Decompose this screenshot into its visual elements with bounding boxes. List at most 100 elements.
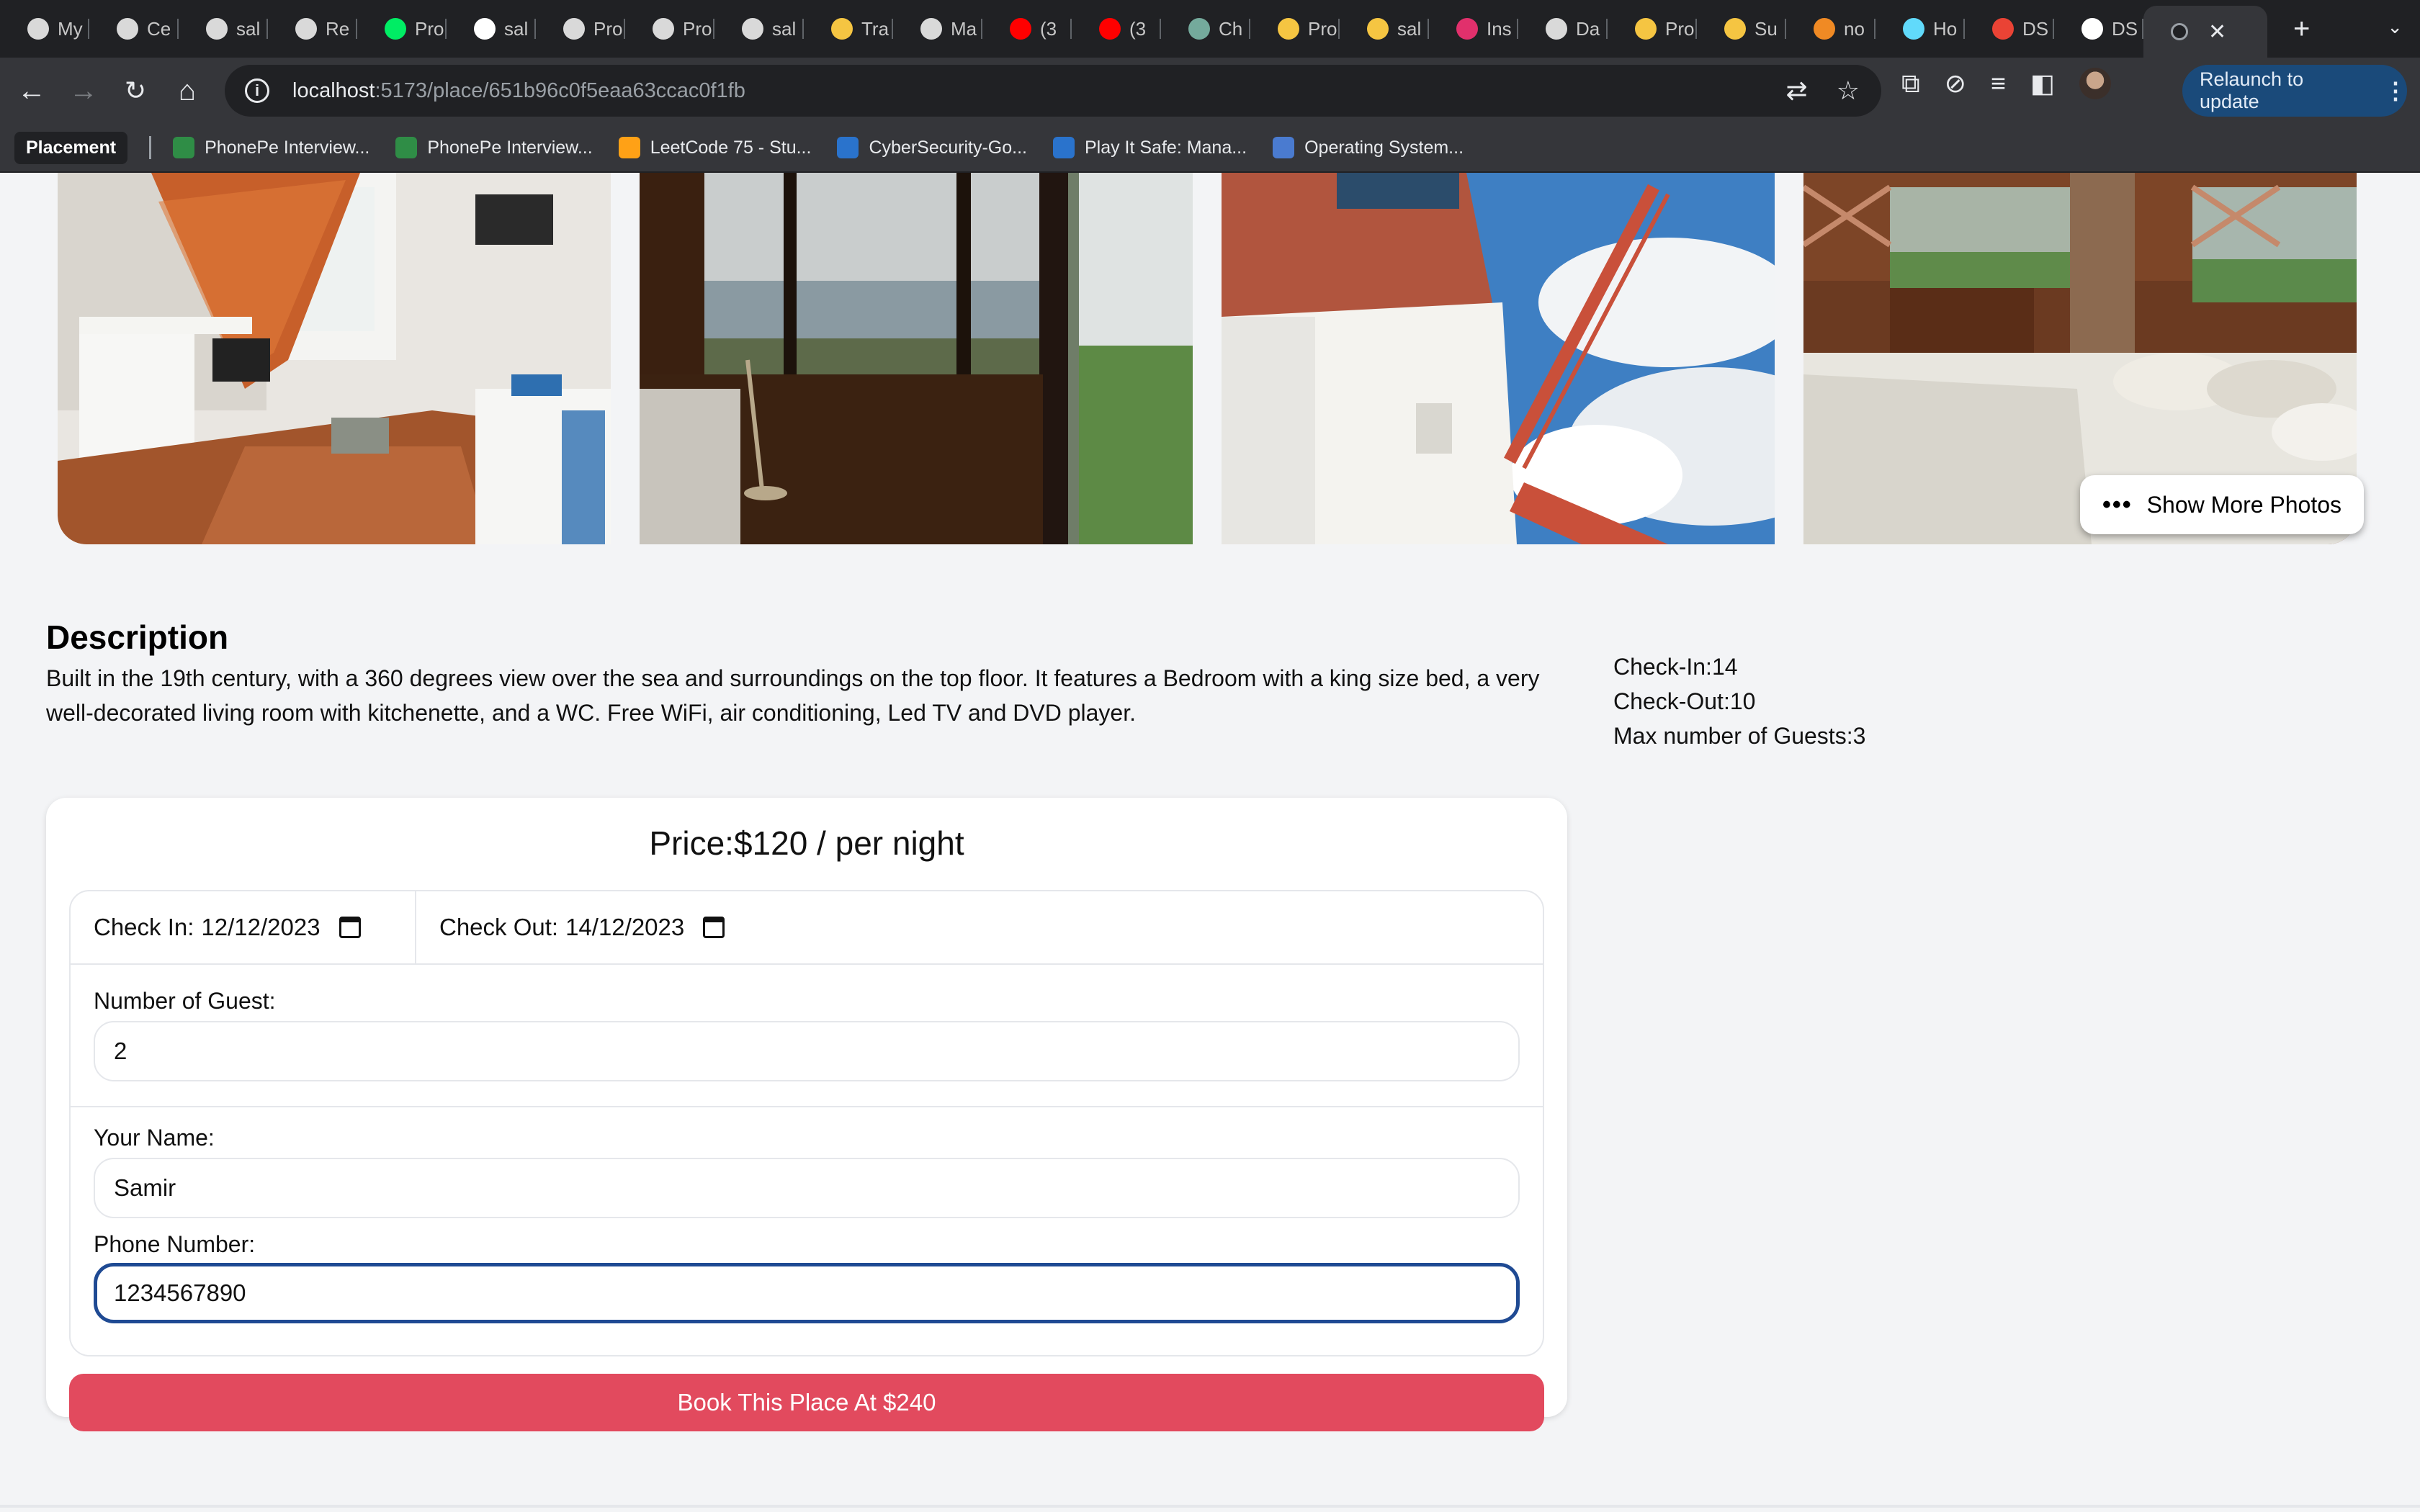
instagram-icon bbox=[1456, 18, 1478, 40]
openai-icon bbox=[27, 18, 49, 40]
browser-tab[interactable]: Ins bbox=[1429, 0, 1518, 58]
place-facts: Check-In:14 Check-Out:10 Max number of G… bbox=[1613, 649, 1865, 753]
browser-tab[interactable]: (3 bbox=[982, 0, 1072, 58]
browser-tab[interactable]: Pro bbox=[1608, 0, 1697, 58]
extensions-icon[interactable]: ⧉ bbox=[1901, 68, 1920, 99]
page-content: ••• Show More Photos Description Built i… bbox=[0, 173, 2420, 1512]
tab-label: Ma bbox=[951, 17, 977, 40]
browser-tab[interactable]: Ma bbox=[893, 0, 982, 58]
browser-tab[interactable]: sal bbox=[447, 0, 536, 58]
back-button[interactable]: ← bbox=[6, 65, 58, 117]
bookmark-star-icon[interactable]: ☆ bbox=[1837, 76, 1860, 106]
photo-windmill[interactable] bbox=[1222, 173, 1775, 544]
max-guests: Max number of Guests:3 bbox=[1613, 723, 1866, 749]
site-info-icon[interactable]: i bbox=[245, 78, 269, 103]
check-in-field[interactable]: Check In: 12/12/2023 bbox=[71, 891, 416, 963]
bookmark-item[interactable]: Operating System... bbox=[1273, 137, 1464, 158]
name-label: Your Name: bbox=[94, 1125, 215, 1151]
browser-tab[interactable]: DS bbox=[1965, 0, 2054, 58]
guests-input[interactable] bbox=[94, 1021, 1520, 1081]
reload-button[interactable]: ↻ bbox=[109, 65, 161, 117]
calendar-icon[interactable] bbox=[703, 917, 725, 938]
browser-tab[interactable]: Tra bbox=[804, 0, 893, 58]
check-out-field[interactable]: Check Out: 14/12/2023 bbox=[416, 891, 725, 963]
browser-tab[interactable]: Pro bbox=[536, 0, 625, 58]
browser-tab[interactable]: Su bbox=[1697, 0, 1786, 58]
tab-label: Su bbox=[1754, 17, 1778, 40]
browser-tab[interactable]: Ce bbox=[89, 0, 179, 58]
browser-tab[interactable]: Ho bbox=[1876, 0, 1965, 58]
browser-tab[interactable]: DS bbox=[2054, 0, 2143, 58]
loader-icon bbox=[653, 18, 674, 40]
chevron-down-icon[interactable]: ⌄ bbox=[2387, 16, 2403, 38]
browser-tab[interactable]: Pro bbox=[1250, 0, 1340, 58]
translate-icon[interactable]: ⇄ bbox=[1786, 76, 1808, 106]
tab-label: My bbox=[58, 17, 83, 40]
tab-label: Re bbox=[326, 17, 350, 40]
bookmark-item[interactable]: Play It Safe: Mana... bbox=[1052, 137, 1247, 158]
guests-section: Number of Guest: bbox=[71, 965, 1543, 1107]
side-panel-icon[interactable]: ◧ bbox=[2030, 68, 2055, 99]
github-icon bbox=[2081, 18, 2103, 40]
tab-label: DS bbox=[2022, 17, 2049, 40]
contact-section: Your Name: Phone Number: bbox=[71, 1107, 1543, 1356]
browser-tab[interactable]: sal bbox=[714, 0, 804, 58]
browser-tab[interactable]: no bbox=[1786, 0, 1876, 58]
close-tab-icon[interactable]: ✕ bbox=[2208, 19, 2226, 45]
performance-icon[interactable]: ⊘ bbox=[1945, 68, 1966, 99]
loader-icon bbox=[295, 18, 317, 40]
bookmark-item[interactable]: PhonePe Interview... bbox=[173, 137, 369, 158]
tab-label: (3 bbox=[1040, 17, 1057, 40]
browser-tab[interactable]: Pro bbox=[357, 0, 447, 58]
tab-label: sal bbox=[1397, 17, 1422, 40]
description-text: Built in the 19th century, with a 360 de… bbox=[46, 665, 1540, 726]
book-place-button[interactable]: Book This Place At $240 bbox=[69, 1374, 1544, 1431]
browser-tab[interactable]: sal bbox=[1340, 0, 1429, 58]
phone-label: Phone Number: bbox=[94, 1231, 256, 1257]
browser-tab[interactable]: Re bbox=[268, 0, 357, 58]
booking-form: Check In: 12/12/2023 Check Out: 14/12/20… bbox=[69, 890, 1544, 1356]
browser-tab[interactable]: (3 bbox=[1072, 0, 1161, 58]
openai-icon bbox=[117, 18, 138, 40]
tab-label: Ho bbox=[1933, 17, 1958, 40]
coursera-icon bbox=[837, 137, 859, 158]
name-input[interactable] bbox=[94, 1158, 1520, 1218]
globe-icon bbox=[2171, 23, 2188, 40]
loader-icon bbox=[563, 18, 585, 40]
new-tab-button[interactable]: + bbox=[2293, 13, 2310, 45]
browser-tab[interactable]: sal bbox=[179, 0, 268, 58]
profile-avatar[interactable] bbox=[2079, 68, 2111, 99]
browser-tab[interactable]: Da bbox=[1518, 0, 1608, 58]
calendar-icon[interactable] bbox=[339, 917, 361, 938]
bookmark-item[interactable]: CyberSecurity-Go... bbox=[837, 137, 1027, 158]
show-more-photos-button[interactable]: ••• Show More Photos bbox=[2080, 475, 2364, 534]
tab-label: Pro bbox=[593, 17, 622, 40]
tab-label: Tra bbox=[861, 17, 889, 40]
forward-button[interactable]: → bbox=[58, 65, 109, 117]
tab-label: Da bbox=[1576, 17, 1600, 40]
loader-icon bbox=[206, 18, 228, 40]
bookmark-folder-placement[interactable]: Placement bbox=[14, 131, 128, 164]
browser-tab[interactable]: Ch bbox=[1161, 0, 1250, 58]
tab-active[interactable]: ✕ bbox=[2143, 6, 2267, 58]
tab-label: sal bbox=[236, 17, 261, 40]
phone-input[interactable] bbox=[94, 1263, 1520, 1323]
photo-kitchen-stairs[interactable] bbox=[58, 173, 611, 544]
media-control-icon[interactable]: ≡ bbox=[1991, 68, 2006, 99]
browser-tab[interactable]: Pro bbox=[625, 0, 714, 58]
tab-label: sal bbox=[504, 17, 529, 40]
bookmark-item[interactable]: PhonePe Interview... bbox=[395, 137, 593, 158]
home-button[interactable]: ⌂ bbox=[161, 65, 213, 117]
github-icon bbox=[474, 18, 496, 40]
address-bar[interactable]: i localhost:5173/place/651b96c0f5eaa63cc… bbox=[225, 65, 1881, 117]
check-in-value[interactable]: 12/12/2023 bbox=[201, 914, 320, 941]
youtube-icon bbox=[1099, 18, 1121, 40]
check-out-value[interactable]: 14/12/2023 bbox=[565, 914, 684, 941]
photo-sea-view-window[interactable] bbox=[640, 173, 1193, 544]
bookmark-label: Play It Safe: Mana... bbox=[1084, 137, 1247, 158]
browser-tab[interactable]: My bbox=[0, 0, 89, 58]
more-menu-icon[interactable]: ⋮ bbox=[2384, 77, 2407, 104]
bookmark-label: CyberSecurity-Go... bbox=[869, 137, 1027, 158]
bookmark-item[interactable]: LeetCode 75 - Stu... bbox=[618, 137, 811, 158]
relaunch-button[interactable]: Relaunch to update ⋮ bbox=[2182, 65, 2407, 117]
